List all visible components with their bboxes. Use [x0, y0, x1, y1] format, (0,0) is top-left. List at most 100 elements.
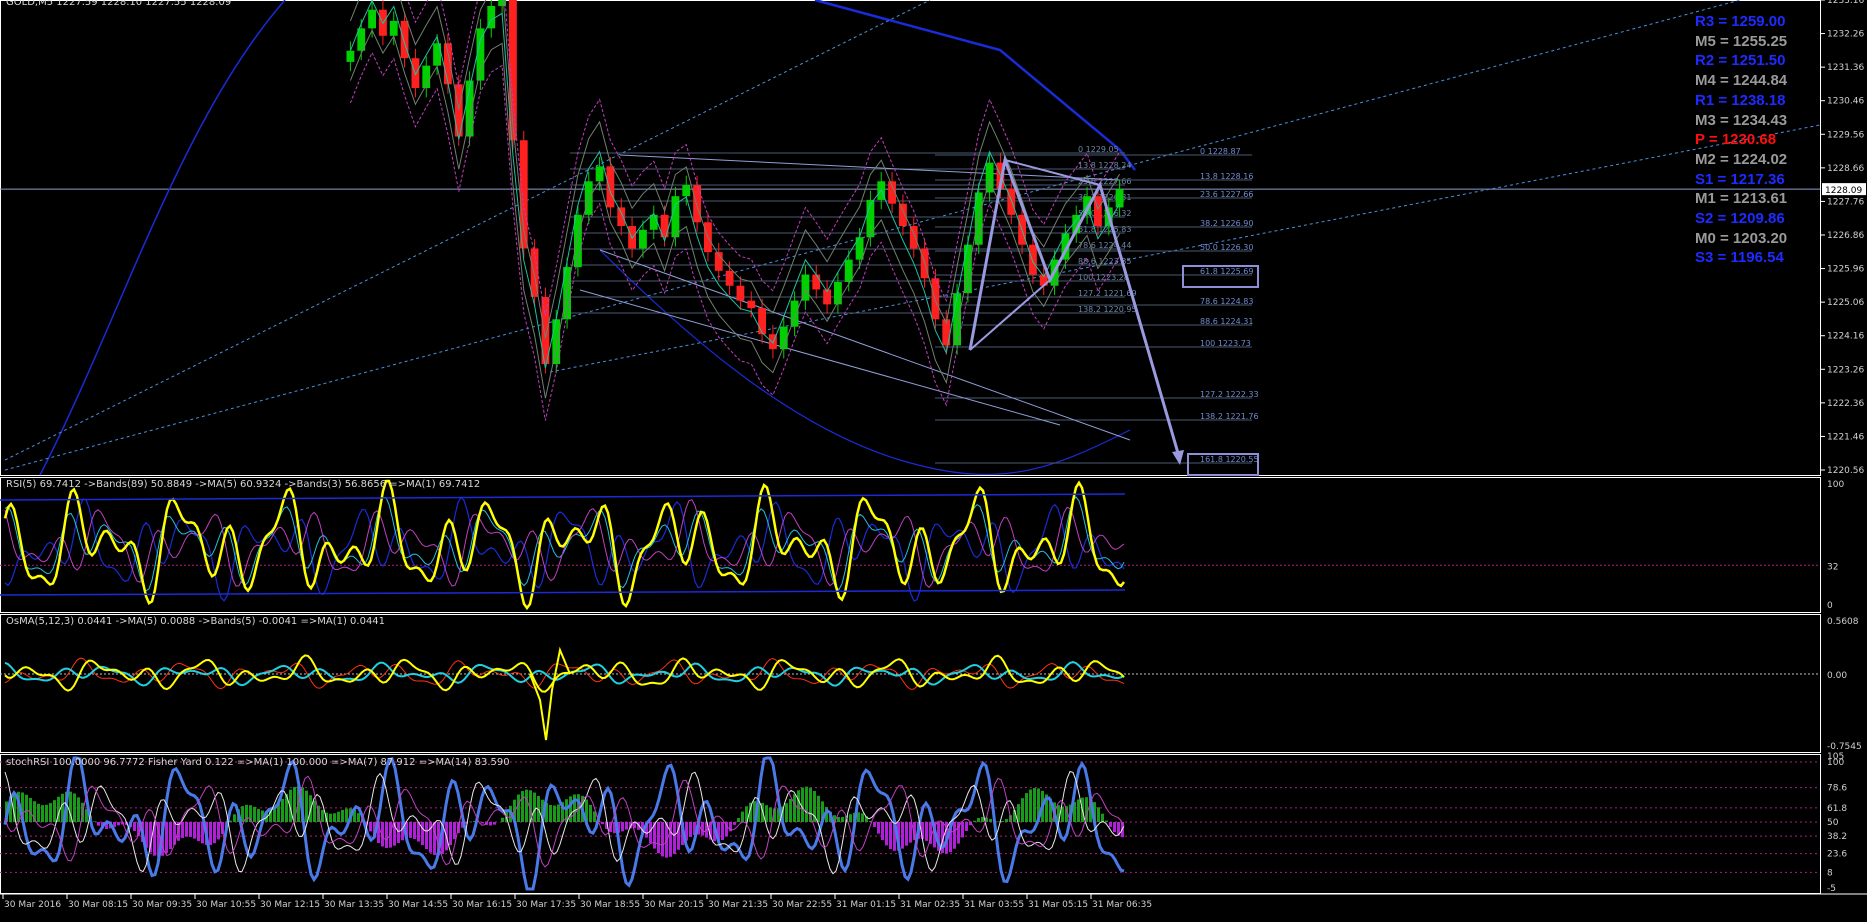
osma-tick-label: -0.7545	[1827, 742, 1862, 752]
time-tick-label: 30 Mar 12:15	[260, 900, 320, 910]
time-tick-label: 30 Mar 10:55	[196, 900, 256, 910]
candle-body	[737, 286, 745, 301]
stoch-hist-bar	[305, 791, 308, 822]
trading-chart[interactable]: 1233.161232.261231.361230.461229.561228.…	[0, 0, 1867, 918]
time-tick-label: 30 Mar 21:35	[708, 900, 768, 910]
stoch-hist-bar	[797, 790, 800, 822]
stoch-hist-bar	[181, 822, 184, 838]
stoch-hist-bar	[493, 822, 496, 825]
stoch-hist-bar	[1077, 799, 1080, 822]
time-tick-label: 30 Mar 2016	[4, 900, 61, 910]
stoch-hist-bar	[965, 822, 968, 831]
stoch-hist-bar	[997, 821, 1000, 822]
stoch-tick-label: 50	[1827, 818, 1839, 828]
stoch-hist-bar	[877, 822, 880, 834]
stoch-hist-bar	[281, 799, 284, 822]
stoch-hist-bar	[973, 821, 976, 822]
stoch-hist-bar	[589, 805, 592, 822]
stoch-hist-bar	[37, 804, 40, 822]
stoch-hist-bar	[77, 797, 80, 822]
stoch-hist-bar	[25, 795, 28, 822]
stoch-hist-bar	[193, 822, 196, 839]
stoch-hist-bar	[45, 805, 48, 822]
fib-b-label: 161.8 1220.55	[1200, 455, 1259, 464]
pivot-level-0: R3 = 1259.00	[1695, 12, 1795, 32]
fib-b-label: 127.2 1222.33	[1200, 390, 1259, 399]
harmonic-pattern-path	[970, 160, 1180, 460]
stoch-hist-bar	[1097, 807, 1100, 822]
stoch-hist-bar	[601, 822, 604, 824]
candle-body	[650, 215, 658, 230]
stoch-hist-bar	[549, 805, 552, 822]
candle-body	[812, 275, 820, 290]
time-tick-label: 31 Mar 05:15	[1028, 900, 1088, 910]
stoch-hist-bar	[453, 822, 456, 839]
stoch-hist-bar	[885, 822, 888, 845]
pivot-level-6: P = 1230.68	[1695, 130, 1795, 150]
fib-b-label: 38.2 1226.90	[1200, 219, 1253, 228]
stoch-hist-bar	[425, 822, 428, 849]
price-tick-label: 1228.66	[1827, 164, 1864, 174]
candle-body	[639, 230, 647, 249]
stoch-hist-bar	[273, 808, 276, 822]
stoch-hist-bar	[53, 800, 56, 822]
stoch-hist-bar	[533, 793, 536, 822]
stoch-hist-bar	[209, 822, 212, 845]
stoch-hist-bar	[189, 822, 192, 837]
pivot-level-7: M2 = 1224.02	[1695, 150, 1795, 170]
stoch-hist-bar	[925, 822, 928, 841]
stoch-hist-bar	[73, 793, 76, 822]
fib-a-label: 138.2 1220.95	[1078, 305, 1137, 314]
time-tick-label: 31 Mar 02:35	[900, 900, 960, 910]
stoch-hist-bar	[217, 822, 220, 839]
fib-a-label: 13.8 1228.24	[1078, 161, 1131, 170]
stoch-hist-bar	[517, 795, 520, 822]
stoch-hist-bar	[253, 807, 256, 822]
stoch-tick-label: 78.6	[1827, 784, 1847, 794]
stoch-hist-bar	[557, 804, 560, 822]
candle-body	[726, 271, 734, 286]
candle-body	[910, 226, 918, 248]
stoch-hist-bar	[961, 822, 964, 837]
stoch-hist-bar	[953, 822, 956, 849]
osma-tick-label: 0.5608	[1827, 617, 1859, 627]
time-tick-label: 30 Mar 14:55	[388, 900, 448, 910]
price-tick-label: 1224.16	[1827, 332, 1864, 342]
current-price-label: 1228.09	[1825, 186, 1862, 196]
lower-band-ma	[600, 250, 1130, 474]
stoch-ma7-line	[5, 772, 1124, 874]
fib-b-label: 100 1223.73	[1200, 339, 1251, 348]
stoch-hist-bar	[29, 798, 32, 822]
price-tick-label: 1231.36	[1827, 63, 1864, 73]
time-tick-label: 31 Mar 06:35	[1092, 900, 1152, 910]
fib-b-label: 88.6 1224.31	[1200, 317, 1253, 326]
stoch-hist-bar	[689, 822, 692, 837]
chart-canvas[interactable]: 1233.161232.261231.361230.461229.561228.…	[0, 0, 1867, 918]
stoch-hist-bar	[1101, 814, 1104, 822]
price-tick-label: 1227.76	[1827, 197, 1864, 207]
fib-a-label: 100 1223.28	[1078, 273, 1129, 282]
osma-spike	[530, 650, 570, 740]
stoch-hist-bar	[369, 822, 372, 831]
price-tick-label: 1222.36	[1827, 399, 1864, 409]
stoch-hist-bar	[805, 787, 808, 822]
fib-b-label: 138.2 1221.76	[1200, 412, 1259, 421]
price-tick-label: 1230.46	[1827, 97, 1864, 107]
fib-a-label: 61.8 1225.83	[1078, 225, 1131, 234]
pivot-level-11: M0 = 1203.20	[1695, 229, 1795, 249]
rsi-lower-band	[0, 590, 1125, 595]
fib-a-label: 0 1229.05	[1078, 145, 1119, 154]
candle-body	[682, 185, 690, 196]
stoch-hist-bar	[769, 807, 772, 822]
fib-a-label: 78.6 1224.44	[1078, 241, 1131, 250]
stoch-hist-bar	[1021, 798, 1024, 822]
stoch-hist-bar	[313, 801, 316, 822]
stoch-hist-bar	[793, 794, 796, 822]
stoch-hist-bar	[1109, 822, 1112, 827]
pivot-level-9: M1 = 1213.61	[1695, 189, 1795, 209]
stoch-hist-bar	[329, 814, 332, 822]
pivot-level-5: M3 = 1234.43	[1695, 111, 1795, 131]
stoch-hist-bar	[553, 806, 556, 822]
stoch-hist-bar	[501, 818, 504, 822]
stoch-hist-bar	[385, 822, 388, 848]
